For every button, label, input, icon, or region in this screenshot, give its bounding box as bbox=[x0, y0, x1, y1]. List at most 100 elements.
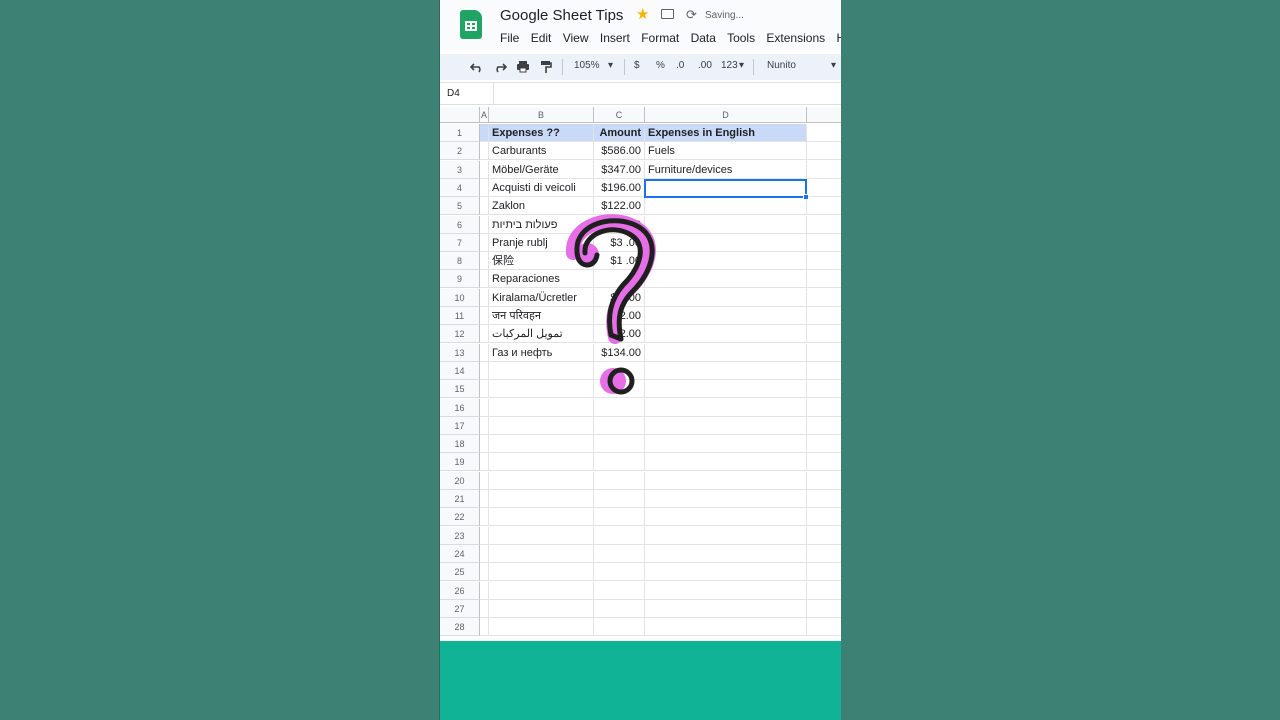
cell-a[interactable] bbox=[480, 288, 489, 307]
cell-b[interactable] bbox=[489, 599, 594, 618]
cell-c[interactable] bbox=[594, 581, 645, 600]
cell-d[interactable]: Fuels bbox=[645, 142, 807, 161]
row-header[interactable]: 21 bbox=[440, 490, 480, 508]
cell-c[interactable] bbox=[594, 435, 645, 454]
cell-e[interactable] bbox=[807, 289, 841, 307]
font-dropdown-icon[interactable]: ▾ bbox=[831, 60, 836, 71]
cell-a[interactable] bbox=[480, 416, 489, 435]
cell-b[interactable] bbox=[489, 471, 594, 490]
cell-d[interactable] bbox=[645, 618, 807, 637]
cell-c[interactable] bbox=[594, 618, 645, 637]
paint-format-icon[interactable] bbox=[540, 60, 552, 74]
star-icon[interactable]: ★ bbox=[636, 5, 649, 23]
cell-e[interactable] bbox=[807, 527, 841, 545]
cell-e[interactable] bbox=[807, 161, 841, 179]
row-header[interactable]: 22 bbox=[440, 508, 480, 527]
cell-a[interactable] bbox=[480, 563, 489, 582]
cell-e[interactable] bbox=[807, 490, 841, 508]
cell-a[interactable] bbox=[480, 599, 489, 618]
row-header[interactable]: 6 bbox=[440, 215, 480, 234]
cell-d[interactable] bbox=[645, 252, 807, 271]
cell-c[interactable] bbox=[594, 544, 645, 563]
cell-a[interactable] bbox=[480, 490, 489, 508]
cell-c[interactable]: Amount bbox=[594, 124, 645, 142]
cell-e[interactable] bbox=[807, 417, 841, 435]
row-header[interactable]: 9 bbox=[440, 270, 480, 289]
cell-d[interactable] bbox=[645, 490, 807, 508]
cell-c[interactable]: $347.00 bbox=[594, 160, 645, 179]
cell-a[interactable] bbox=[480, 508, 489, 527]
menu-edit[interactable]: Edit bbox=[531, 31, 552, 45]
cell-a[interactable] bbox=[480, 618, 489, 637]
print-icon[interactable] bbox=[516, 60, 530, 73]
cell-b[interactable] bbox=[489, 435, 594, 454]
cell-c[interactable] bbox=[594, 599, 645, 618]
cell-c[interactable] bbox=[594, 563, 645, 582]
select-all-corner[interactable] bbox=[440, 107, 480, 123]
cell-a[interactable] bbox=[480, 526, 489, 545]
cell-b[interactable] bbox=[489, 563, 594, 582]
row-header[interactable]: 5 bbox=[440, 197, 480, 216]
move-folder-icon[interactable] bbox=[661, 9, 674, 19]
column-header-b[interactable]: B bbox=[489, 107, 594, 123]
cell-a[interactable] bbox=[480, 398, 489, 417]
percent-format-button[interactable]: % bbox=[656, 60, 665, 71]
row-header[interactable]: 1 bbox=[440, 124, 480, 142]
document-title[interactable]: Google Sheet Tips bbox=[500, 7, 623, 24]
cell-c[interactable] bbox=[594, 471, 645, 490]
cell-a[interactable] bbox=[480, 453, 489, 472]
cell-a[interactable] bbox=[480, 215, 489, 234]
cell-e[interactable] bbox=[807, 545, 841, 563]
number-format-dropdown-icon[interactable]: ▾ bbox=[739, 60, 744, 71]
menu-help[interactable]: H bbox=[836, 31, 841, 45]
row-header[interactable]: 4 bbox=[440, 178, 480, 197]
row-header[interactable]: 28 bbox=[440, 618, 480, 637]
zoom-select[interactable]: 105% bbox=[574, 60, 600, 71]
cell-d[interactable] bbox=[645, 380, 807, 399]
menu-insert[interactable]: Insert bbox=[600, 31, 630, 45]
row-header[interactable]: 2 bbox=[440, 142, 480, 161]
cell-a[interactable] bbox=[480, 233, 489, 252]
cell-a[interactable] bbox=[480, 142, 489, 161]
cell-a[interactable] bbox=[480, 270, 489, 289]
cell-b[interactable] bbox=[489, 453, 594, 472]
row-header[interactable]: 15 bbox=[440, 380, 480, 399]
cell-e[interactable] bbox=[807, 252, 841, 271]
row-header[interactable]: 18 bbox=[440, 435, 480, 454]
column-header-a[interactable]: A bbox=[480, 107, 489, 123]
cell-a[interactable] bbox=[480, 325, 489, 344]
cell-e[interactable] bbox=[807, 344, 841, 362]
row-header[interactable]: 23 bbox=[440, 526, 480, 545]
increase-decimal-button[interactable]: .00 bbox=[698, 60, 712, 71]
cell-c[interactable]: $586.00 bbox=[594, 142, 645, 161]
font-select[interactable]: Nunito bbox=[767, 60, 796, 71]
cell-b[interactable]: Acquisti di veicoli bbox=[489, 178, 594, 197]
cell-d[interactable] bbox=[645, 526, 807, 545]
column-header-c[interactable]: C bbox=[594, 107, 645, 123]
currency-format-button[interactable]: $ bbox=[634, 60, 640, 71]
cell-e[interactable] bbox=[807, 472, 841, 490]
cell-a[interactable] bbox=[480, 160, 489, 179]
cell-a[interactable] bbox=[480, 380, 489, 399]
cell-e[interactable] bbox=[807, 216, 841, 234]
cell-c[interactable] bbox=[594, 508, 645, 527]
sheets-logo-icon[interactable] bbox=[460, 10, 482, 39]
cell-a[interactable] bbox=[480, 252, 489, 271]
cell-c[interactable] bbox=[594, 453, 645, 472]
row-header[interactable]: 10 bbox=[440, 288, 480, 307]
row-header[interactable]: 8 bbox=[440, 252, 480, 271]
cell-a[interactable] bbox=[480, 435, 489, 454]
cell-a[interactable] bbox=[480, 361, 489, 380]
cell-e[interactable] bbox=[807, 618, 841, 637]
cell-e[interactable] bbox=[807, 124, 841, 142]
cell-e[interactable] bbox=[807, 234, 841, 252]
cell-b[interactable] bbox=[489, 416, 594, 435]
cell-b[interactable]: Möbel/Geräte bbox=[489, 160, 594, 179]
cell-e[interactable] bbox=[807, 600, 841, 618]
cell-d[interactable] bbox=[645, 398, 807, 417]
selected-cell-d4[interactable] bbox=[644, 179, 807, 198]
cell-d[interactable] bbox=[645, 544, 807, 563]
cell-a[interactable] bbox=[480, 178, 489, 197]
menu-tools[interactable]: Tools bbox=[727, 31, 755, 45]
cell-b[interactable] bbox=[489, 508, 594, 527]
